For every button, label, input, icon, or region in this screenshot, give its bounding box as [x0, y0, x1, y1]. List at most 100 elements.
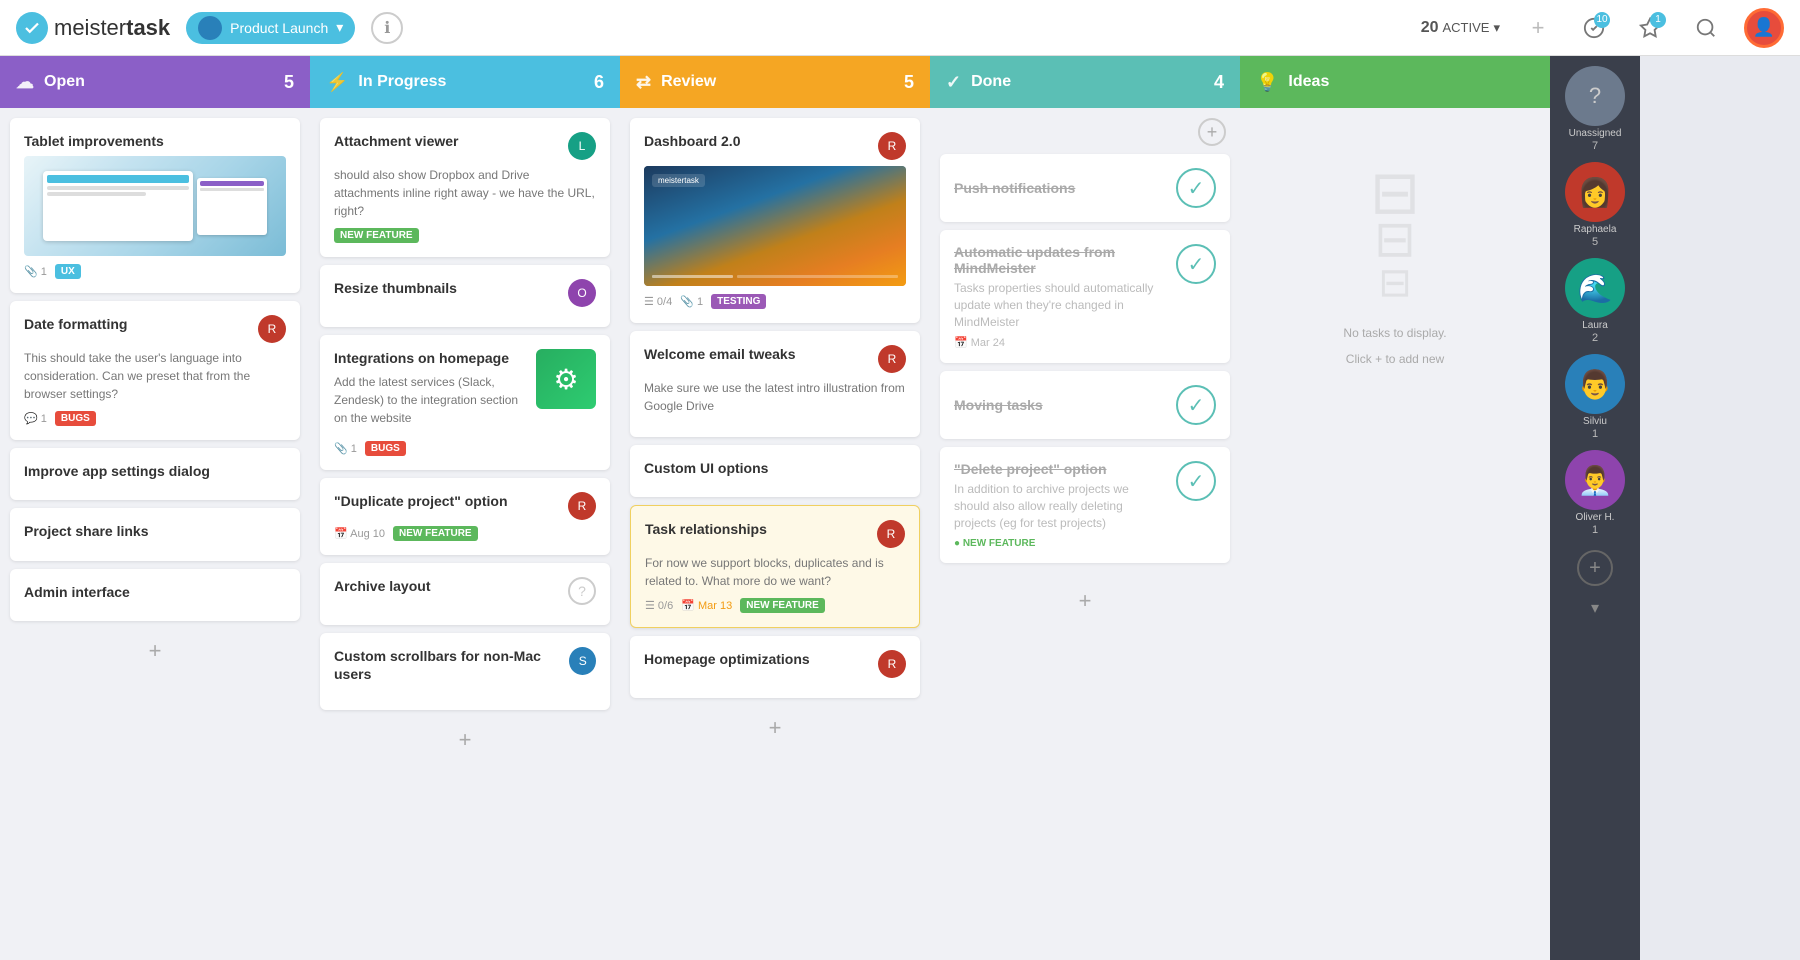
card-custom-ui[interactable]: Custom UI options [630, 445, 920, 497]
card-avatar: R [568, 492, 596, 520]
feature-tag: NEW FEATURE [334, 228, 419, 243]
card-title: Date formatting [24, 315, 127, 333]
search-button[interactable] [1688, 10, 1724, 46]
ux-tag: UX [55, 264, 81, 279]
add-review-card-button[interactable]: + [757, 710, 793, 746]
card-desc: For now we support blocks, duplicates an… [645, 554, 905, 590]
card-title: Custom scrollbars for non-Mac users [334, 647, 569, 683]
card-avatar: O [568, 279, 596, 307]
card-title: Moving tasks [954, 397, 1164, 413]
checkmark-button[interactable]: 10 [1576, 10, 1612, 46]
card-meta: NEW FEATURE [334, 228, 596, 243]
inprogress-label: In Progress [358, 73, 446, 91]
done-check-icon: ✓ [1176, 168, 1216, 208]
add-done-top-button[interactable]: + [1198, 118, 1226, 146]
project-avatar [198, 16, 222, 40]
add-user-button[interactable]: + [1577, 550, 1613, 586]
active-label: ACTIVE [1443, 20, 1490, 35]
card-homepage-optimizations[interactable]: Homepage optimizations R [630, 636, 920, 698]
column-review-header: ⇄ Review 5 [620, 56, 930, 108]
done-card-content: Push notifications [954, 180, 1164, 196]
due-date: 📅 Mar 24 [954, 336, 1005, 349]
card-header-row: Date formatting R [24, 315, 286, 343]
active-count[interactable]: 20 ACTIVE ▾ [1421, 19, 1500, 37]
card-admin-interface[interactable]: Admin interface [10, 569, 300, 621]
inprogress-icon: ⚡ [326, 72, 348, 93]
card-meta: 📎 1 UX [24, 264, 286, 279]
open-count: 5 [284, 72, 294, 93]
card-header-row: Custom scrollbars for non-Mac users S [334, 647, 596, 689]
card-avatar: R [877, 520, 905, 548]
bugs-tag: BUGS [365, 441, 406, 456]
card-title: Integrations on homepage [334, 349, 528, 367]
column-ideas-header: 💡 Ideas [1240, 56, 1550, 108]
card-push-notifications[interactable]: Push notifications ✓ [940, 154, 1230, 222]
integration-icon: ⚙ [536, 349, 596, 409]
ideas-label: Ideas [1288, 73, 1329, 91]
open-cards-body: Tablet improvements [0, 108, 310, 960]
card-date-formatting[interactable]: Date formatting R This should take the u… [10, 301, 300, 440]
add-done-card-button[interactable]: + [1067, 583, 1103, 619]
card-tablet-improvements[interactable]: Tablet improvements [10, 118, 300, 293]
card-dashboard[interactable]: Dashboard 2.0 R meistertask ☰ 0/4 📎 1 [630, 118, 920, 323]
comment-count: 💬 1 [24, 412, 47, 425]
logo-check-icon [16, 12, 48, 44]
card-header-row: Integrations on homepage Add the latest … [334, 349, 596, 435]
sidebar-item-raphaela[interactable]: 👩 Raphaela 5 [1565, 162, 1625, 248]
card-title: Dashboard 2.0 [644, 132, 740, 150]
card-resize-thumbnails[interactable]: Resize thumbnails O [320, 265, 610, 327]
testing-tag: TESTING [711, 294, 766, 309]
sidebar-item-silviu[interactable]: 👨 Silviu 1 [1565, 354, 1625, 440]
card-moving-tasks[interactable]: Moving tasks ✓ [940, 371, 1230, 439]
user-avatar[interactable]: 👤 [1744, 8, 1784, 48]
column-done: ✓ Done 4 + Push notifications ✓ Automati… [930, 56, 1240, 960]
card-project-share[interactable]: Project share links [10, 508, 300, 560]
card-delete-project[interactable]: "Delete project" option In addition to a… [940, 447, 1230, 562]
card-header-row: Resize thumbnails O [334, 279, 596, 307]
card-automatic-updates[interactable]: Automatic updates from MindMeister Tasks… [940, 230, 1230, 363]
sidebar-collapse-button[interactable]: ▾ [1591, 598, 1599, 618]
card-task-relationships[interactable]: Task relationships R For now we support … [630, 505, 920, 628]
card-header-row: Task relationships R [645, 520, 905, 548]
card-integrations[interactable]: Integrations on homepage Add the latest … [320, 335, 610, 470]
card-header-row: Welcome email tweaks R [644, 345, 906, 373]
star-button[interactable]: 1 [1632, 10, 1668, 46]
silviu-count: 1 [1592, 428, 1598, 440]
card-duplicate-project[interactable]: "Duplicate project" option R 📅 Aug 10 NE… [320, 478, 610, 555]
card-title: Homepage optimizations [644, 650, 810, 668]
card-archive-layout[interactable]: Archive layout ? [320, 563, 610, 625]
attachment-count: 📎 1 [334, 442, 357, 455]
column-open: ☁ Open 5 Tablet improvements [0, 56, 310, 960]
laura-label: Laura [1582, 320, 1608, 332]
add-open-card-button[interactable]: + [137, 633, 173, 669]
done-label: Done [971, 73, 1011, 91]
sidebar-item-oliver[interactable]: 👨‍💼 Oliver H. 1 [1565, 450, 1625, 536]
due-date: 📅 Mar 13 [681, 599, 732, 612]
empty-stack-icon-3: ⊟ [1378, 260, 1412, 306]
card-meta: ☰ 0/4 📎 1 TESTING [644, 294, 906, 309]
project-selector[interactable]: Product Launch ▾ [186, 12, 355, 44]
done-check-icon: ✓ [1176, 385, 1216, 425]
no-tasks-text: No tasks to display. [1343, 326, 1446, 340]
add-task-button[interactable]: + [1520, 10, 1556, 46]
card-desc: should also show Dropbox and Drive attac… [334, 166, 596, 220]
oliver-avatar: 👨‍💼 [1565, 450, 1625, 510]
oliver-label: Oliver H. [1576, 512, 1615, 524]
add-inprogress-card-button[interactable]: + [447, 722, 483, 758]
card-welcome-email[interactable]: Welcome email tweaks R Make sure we use … [630, 331, 920, 437]
card-title: Admin interface [24, 583, 286, 601]
card-title: "Duplicate project" option [334, 492, 508, 510]
card-title: Custom UI options [644, 459, 906, 477]
sidebar-item-laura[interactable]: 🌊 Laura 2 [1565, 258, 1625, 344]
card-custom-scrollbars[interactable]: Custom scrollbars for non-Mac users S [320, 633, 610, 709]
review-count: 5 [904, 72, 914, 93]
info-button[interactable]: ℹ [371, 12, 403, 44]
card-attachment-viewer[interactable]: Attachment viewer L should also show Dro… [320, 118, 610, 257]
card-title: Automatic updates from MindMeister [954, 244, 1164, 276]
card-app-settings[interactable]: Improve app settings dialog [10, 448, 300, 500]
logo: meistertask [16, 12, 170, 44]
column-open-header: ☁ Open 5 [0, 56, 310, 108]
inprogress-cards-body: Attachment viewer L should also show Dro… [310, 108, 620, 960]
card-title: Project share links [24, 522, 286, 540]
sidebar-item-unassigned[interactable]: ? Unassigned 7 [1565, 66, 1625, 152]
